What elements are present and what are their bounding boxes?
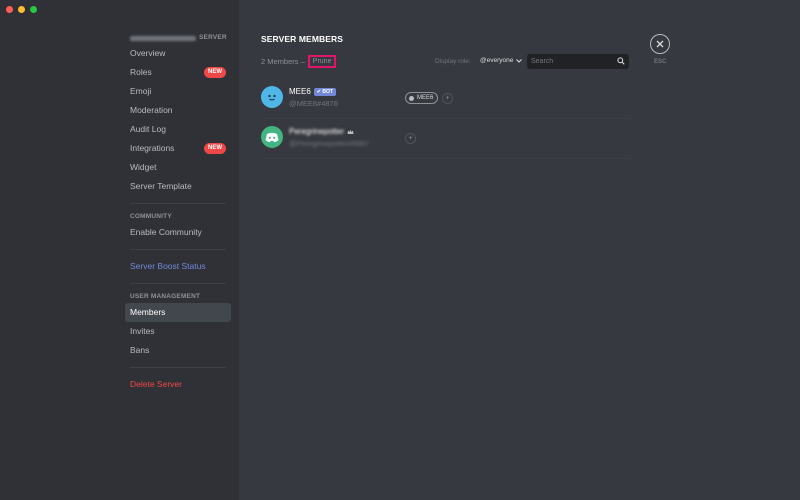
page-title: SERVER MEMBERS <box>261 34 344 44</box>
sidebar-item-label: Bans <box>130 345 150 355</box>
esc-label: ESC <box>654 59 667 65</box>
avatar <box>261 126 283 148</box>
member-search-box[interactable] <box>527 54 629 69</box>
chevron-down-icon <box>516 58 523 63</box>
server-section-header: SERVER <box>125 32 231 44</box>
sidebar-item-members[interactable]: Members <box>125 303 231 322</box>
sidebar-item-label: Audit Log <box>130 124 166 134</box>
sidebar-item-emoji[interactable]: Emoji <box>125 82 231 101</box>
add-role-button[interactable]: + <box>405 133 416 144</box>
window-close-button[interactable] <box>6 6 13 13</box>
sidebar-item-label: Widget <box>130 162 157 172</box>
sidebar-item-overview[interactable]: Overview <box>125 44 231 63</box>
close-settings-button[interactable] <box>650 34 670 54</box>
display-role-label: Display role: <box>435 58 471 65</box>
community-section-header: COMMUNITY <box>130 213 172 220</box>
member-name-row: Peregrinepotter <box>289 127 354 136</box>
member-name: Peregrinepotter <box>289 127 345 136</box>
server-header-label: SERVER <box>199 34 227 41</box>
sidebar-item-invites[interactable]: Invites <box>125 322 231 341</box>
sidebar-item-label: Moderation <box>130 105 173 115</box>
settings-sidebar: SERVER Overview Roles NEW Emoji Moderati… <box>0 0 239 500</box>
member-name-row: MEE6 ✔ BOT <box>289 87 336 96</box>
role-color-dot <box>409 95 414 101</box>
sidebar-item-label: Integrations <box>130 143 175 153</box>
sidebar-item-roles[interactable]: Roles NEW <box>125 63 231 82</box>
sidebar-item-label: Members <box>130 307 166 317</box>
user-management-section-header: USER MANAGEMENT <box>130 293 201 300</box>
window-minimize-button[interactable] <box>18 6 25 13</box>
sidebar-item-server-boost-status[interactable]: Server Boost Status <box>125 257 231 276</box>
sidebar-item-integrations[interactable]: Integrations NEW <box>125 139 231 158</box>
mee6-avatar-icon <box>268 94 276 101</box>
member-tag: @MEE6#4876 <box>289 99 338 108</box>
prune-button[interactable]: Prune <box>307 55 337 68</box>
member-name: MEE6 <box>289 87 311 96</box>
sidebar-item-label: Invites <box>130 326 155 336</box>
sidebar-item-delete-server[interactable]: Delete Server <box>125 375 231 394</box>
sidebar-item-label: Enable Community <box>130 227 202 237</box>
new-badge: NEW <box>204 67 226 78</box>
sidebar-item-label: Roles <box>130 67 152 77</box>
member-row: Peregrinepotter @Peregrinepotter#9987 <box>261 118 631 159</box>
sidebar-divider <box>130 283 226 284</box>
role-pill[interactable]: MEE6 <box>405 92 439 104</box>
sidebar-item-audit-log[interactable]: Audit Log <box>125 120 231 139</box>
sidebar-divider <box>130 203 226 204</box>
window-controls <box>6 6 37 13</box>
avatar <box>261 86 283 108</box>
close-icon <box>656 40 664 48</box>
server-name-redacted <box>130 35 196 41</box>
member-tag: @Peregrinepotter#9987 <box>289 139 370 148</box>
sidebar-item-moderation[interactable]: Moderation <box>125 101 231 120</box>
discord-logo-icon <box>265 132 279 142</box>
sidebar-item-label: Delete Server <box>130 379 182 389</box>
sidebar-item-label: Overview <box>130 48 166 58</box>
sidebar-item-server-template[interactable]: Server Template <box>125 177 231 196</box>
member-count: 2 Members – <box>261 57 305 66</box>
sidebar-divider <box>130 249 226 250</box>
search-input[interactable] <box>527 57 613 66</box>
crown-icon <box>347 129 354 134</box>
display-role-select[interactable]: @everyone <box>480 57 523 64</box>
sidebar-divider <box>130 367 226 368</box>
sidebar-item-label: Server Template <box>130 181 192 191</box>
sidebar-item-label: Emoji <box>130 86 152 96</box>
sidebar-item-widget[interactable]: Widget <box>125 158 231 177</box>
new-badge: NEW <box>204 143 226 154</box>
add-role-button[interactable]: + <box>442 93 453 104</box>
sidebar-item-enable-community[interactable]: Enable Community <box>125 223 231 242</box>
settings-nav: SERVER Overview Roles NEW Emoji Moderati… <box>125 32 231 394</box>
display-role-value: @everyone <box>480 57 514 64</box>
member-count-row: 2 Members – Prune <box>261 53 337 70</box>
search-icon <box>617 57 625 65</box>
bot-tag: ✔ BOT <box>313 87 336 96</box>
sidebar-item-label: Server Boost Status <box>130 261 206 271</box>
sidebar-item-bans[interactable]: Bans <box>125 341 231 360</box>
window-maximize-button[interactable] <box>30 6 37 13</box>
role-name: MEE6 <box>417 95 434 101</box>
